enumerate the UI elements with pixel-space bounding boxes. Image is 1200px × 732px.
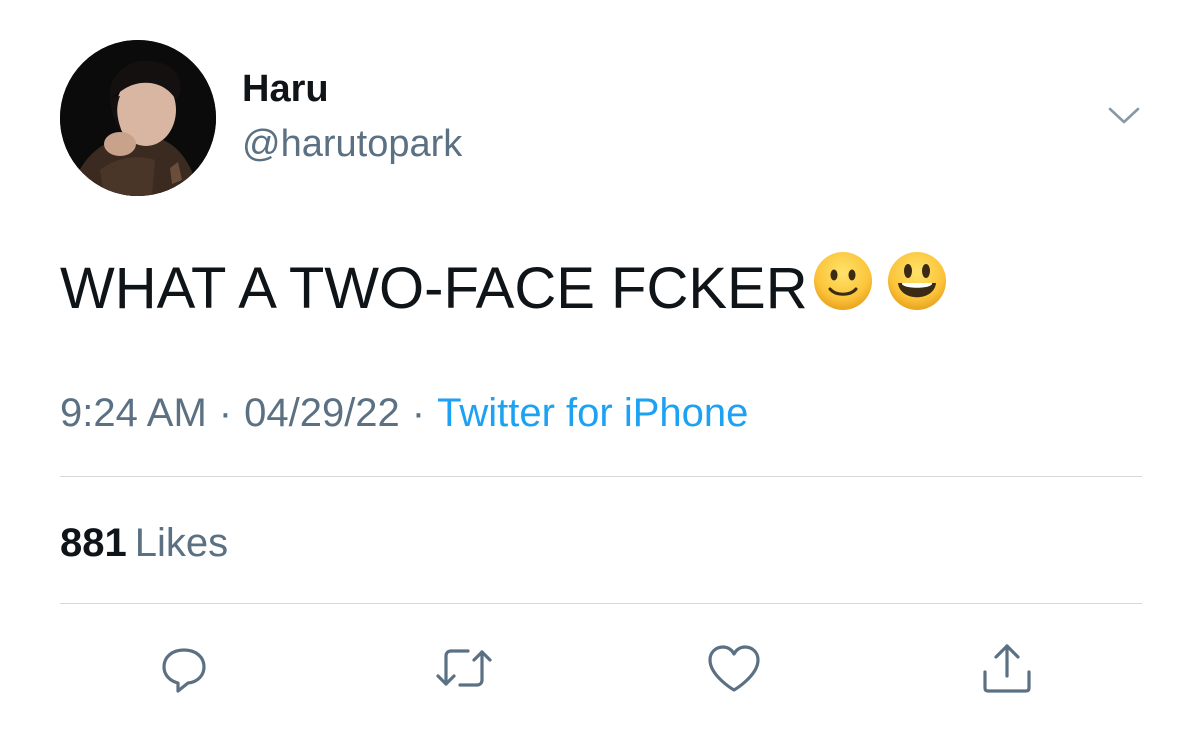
tweet-date: 04/29/22 (244, 391, 400, 435)
tweet-source-link[interactable]: Twitter for iPhone (437, 391, 748, 435)
divider (60, 476, 1142, 477)
tweet-meta: 9:24 AM · 04/29/22 · Twitter for iPhone (60, 388, 748, 438)
reply-icon[interactable] (152, 636, 216, 700)
tweet-text: WHAT A TWO-FACE FCKER (60, 250, 948, 328)
slightly-smiling-face-emoji (812, 250, 874, 328)
grinning-face-with-big-eyes-emoji (886, 250, 948, 328)
share-icon[interactable] (975, 636, 1039, 700)
likes-count: 881 (60, 521, 127, 565)
chevron-down-icon[interactable] (1104, 100, 1144, 132)
retweet-icon[interactable] (432, 636, 496, 700)
display-name[interactable]: Haru (242, 66, 329, 112)
user-handle[interactable]: @harutopark (242, 121, 462, 167)
divider (60, 603, 1142, 604)
tweet-time: 9:24 AM (60, 391, 207, 435)
meta-separator: · (411, 391, 426, 435)
likes-label: Likes (134, 521, 229, 565)
heart-icon[interactable] (702, 636, 766, 700)
likes-stat[interactable]: 881 Likes (60, 518, 228, 568)
tweet-text-content: WHAT A TWO-FACE FCKER (60, 256, 808, 321)
avatar[interactable] (60, 40, 216, 196)
tweet-detail: Haru @harutopark WHAT A TWO-FACE FCKER 9… (0, 0, 1200, 732)
meta-separator: · (218, 391, 233, 435)
